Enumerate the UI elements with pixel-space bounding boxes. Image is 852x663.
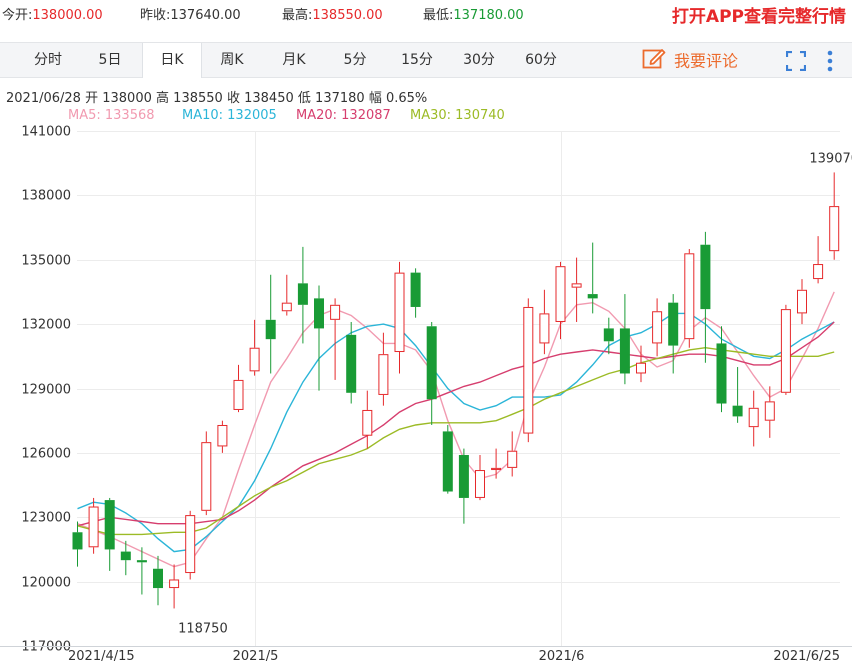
- candlestick-chart[interactable]: 1170001200001230001260001290001320001350…: [0, 0, 852, 663]
- candle-body-down: [297, 283, 308, 305]
- candle-body-down: [458, 455, 469, 498]
- y-tick-label: 126000: [21, 447, 71, 462]
- candle-body-down: [716, 343, 727, 404]
- candle-body-down: [668, 302, 679, 346]
- candle-body-up: [249, 347, 260, 372]
- y-tick-label: 123000: [21, 511, 71, 526]
- candle-body-down: [732, 405, 743, 417]
- candle-body-up: [764, 401, 775, 421]
- candle-body-down: [346, 334, 357, 393]
- candle-body-up: [201, 442, 212, 511]
- candle-body-up: [652, 311, 663, 344]
- candle-body-down: [442, 431, 453, 492]
- candle-body-up: [185, 515, 196, 574]
- candle-body-down: [426, 326, 437, 400]
- candle-body-down: [136, 560, 147, 563]
- x-tick-label: 2021/5: [233, 649, 279, 663]
- y-tick-label: 138000: [21, 189, 71, 204]
- candle-body-up: [330, 304, 341, 320]
- candle-body-up: [539, 313, 550, 344]
- y-tick-label: 141000: [21, 125, 71, 140]
- candle-body-down: [72, 532, 83, 550]
- candle-body-up: [748, 407, 759, 428]
- candle-body-up: [797, 289, 807, 314]
- candle-body-down: [410, 272, 421, 307]
- candle-body-down: [619, 328, 630, 374]
- candle-body-down: [314, 298, 324, 329]
- candle-body-up: [571, 283, 582, 288]
- candle-body-up: [88, 506, 99, 548]
- y-tick-label: 129000: [21, 383, 71, 398]
- candle-body-up: [636, 362, 646, 374]
- y-tick-label: 120000: [21, 576, 71, 591]
- candle-body-down: [587, 294, 598, 299]
- candle-body-down: [153, 568, 163, 589]
- candle-body-up: [233, 379, 244, 410]
- candle-body-down: [700, 244, 711, 310]
- candle-body-up: [362, 409, 373, 436]
- candle-body-up: [780, 309, 791, 393]
- candle-body-up: [281, 302, 292, 312]
- x-tick-label: 2021/4/15: [68, 649, 135, 663]
- candle-body-down: [265, 319, 276, 340]
- candle-body-up: [523, 306, 534, 434]
- y-tick-label: 135000: [21, 254, 71, 269]
- candle-body-up: [555, 266, 566, 322]
- candle-body-down: [104, 500, 115, 550]
- candle-body-up: [507, 450, 518, 468]
- candle-body-up: [217, 424, 228, 447]
- candle-body-up: [684, 253, 695, 340]
- extreme-value-label: 118750: [178, 621, 228, 636]
- candle-body-down: [120, 551, 131, 561]
- y-tick-label: 132000: [21, 318, 71, 333]
- candle-body-up: [169, 579, 180, 589]
- candle-body-up: [829, 206, 840, 252]
- x-tick-label: 2021/6/25: [773, 649, 840, 663]
- candle-body-up: [378, 354, 389, 395]
- candle-body-down: [603, 328, 614, 342]
- x-tick-label: 2021/6: [539, 649, 585, 663]
- candle-body-up: [394, 272, 405, 353]
- candle-body-up: [491, 467, 502, 471]
- extreme-value-label: 139070: [809, 151, 852, 166]
- candle-body-up: [475, 470, 485, 498]
- candle-body-up: [813, 264, 824, 280]
